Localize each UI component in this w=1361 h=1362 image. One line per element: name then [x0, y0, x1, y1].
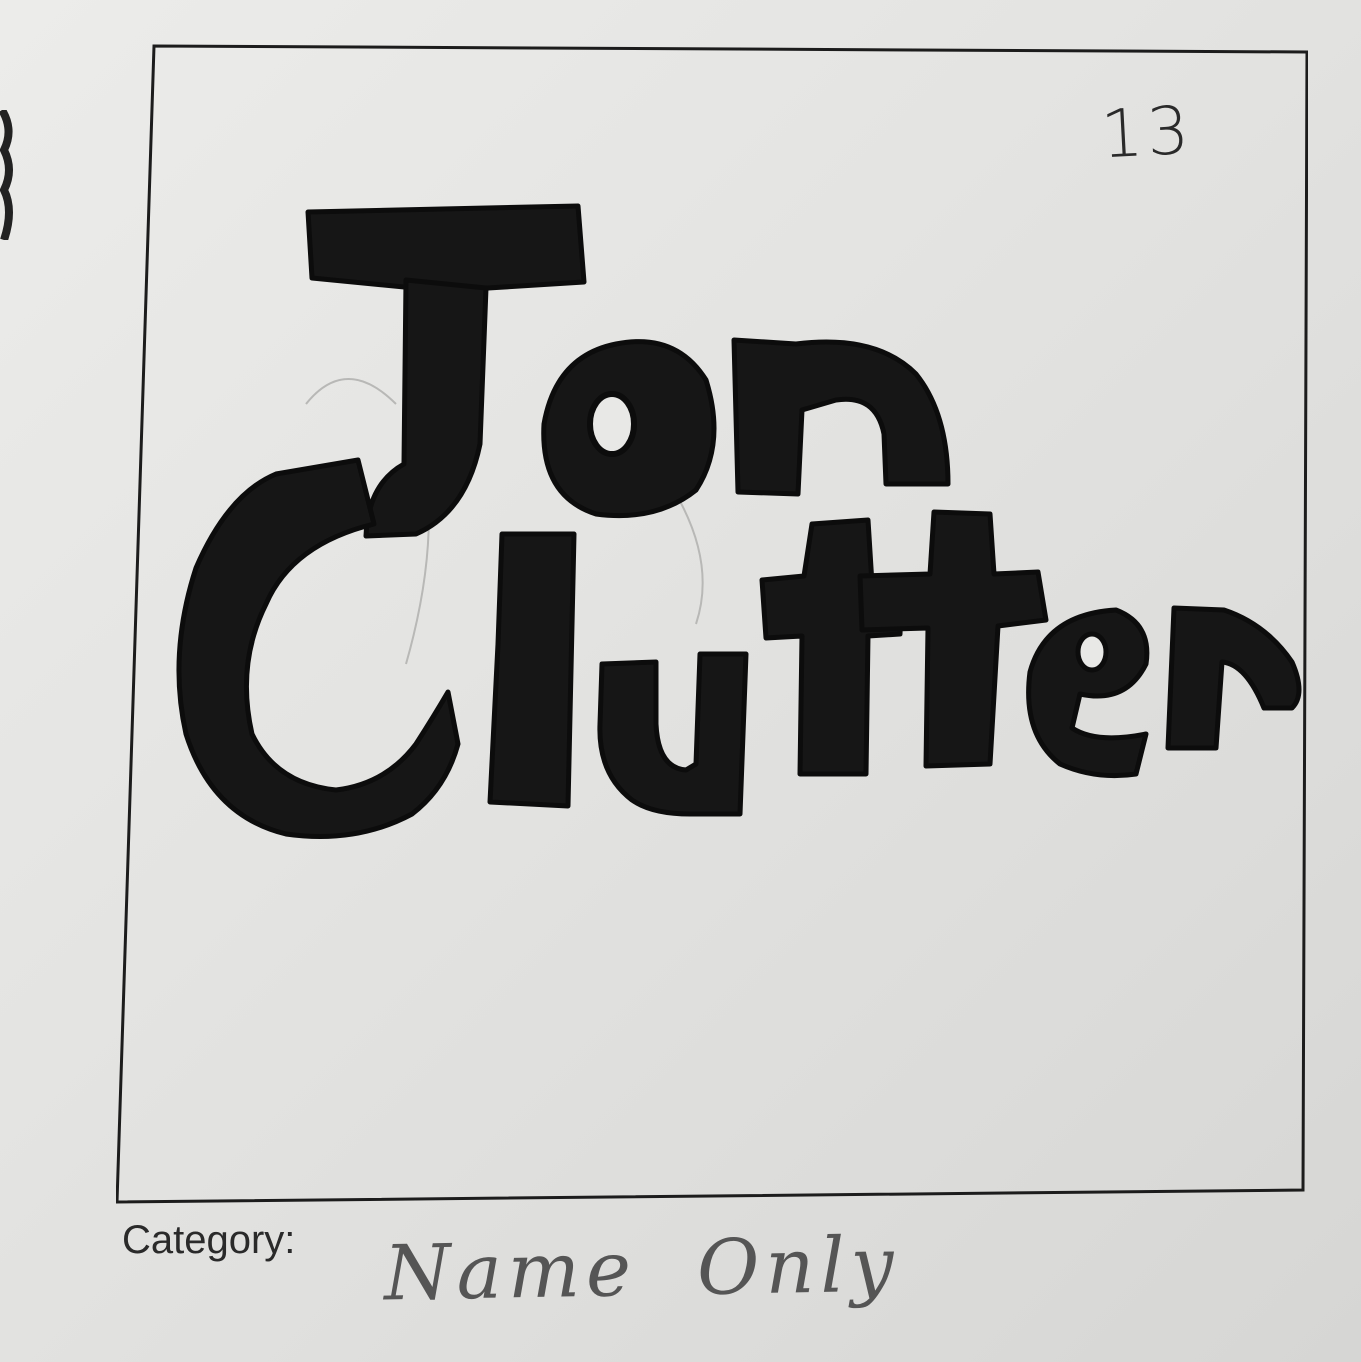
hand-lettered-artwork [176, 203, 1302, 839]
top-edge-scribble [610, 0, 1010, 15]
binder-ring-mark [0, 110, 13, 240]
category-value: Name Only [383, 1219, 901, 1318]
drawing-box: 13 [116, 44, 1308, 1204]
category-label: Category: [122, 1218, 296, 1262]
category-row: Category: Name Only [122, 1218, 1122, 1338]
